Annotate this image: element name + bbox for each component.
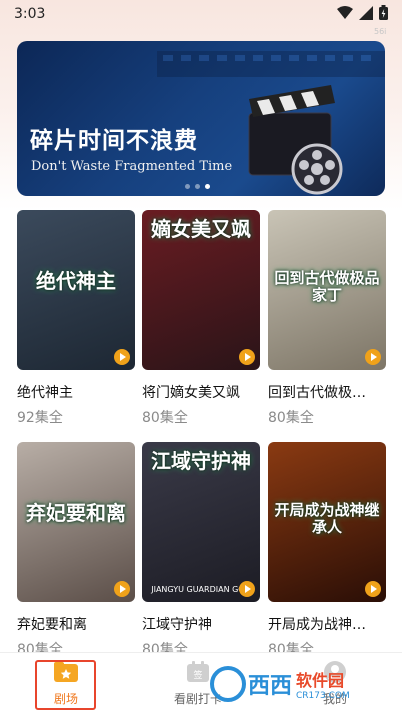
play-icon[interactable] xyxy=(239,349,255,365)
watermark-brand-cn: 西西 xyxy=(248,674,293,699)
drama-poster[interactable]: 回到古代做极品家丁 xyxy=(268,210,386,370)
watermark-brand-name: 软件园 xyxy=(296,671,345,690)
drama-card[interactable]: 弃妃要和离 弃妃要和离 80集全 xyxy=(17,442,135,659)
drama-title[interactable]: 江域守护神 xyxy=(142,614,260,634)
tab-theater[interactable]: 剧场 xyxy=(36,660,96,710)
watermark-circle-icon xyxy=(210,666,246,702)
drama-poster[interactable]: 嫡女美又飒 xyxy=(142,210,260,370)
poster-title-text: 绝代神主 xyxy=(36,269,116,293)
play-icon[interactable] xyxy=(365,581,381,597)
promo-banner[interactable]: 碎片时间不浪费 Don't Waste Fragmented Time xyxy=(17,41,385,196)
drama-card[interactable]: 开局成为战神继承人 开局成为战神… 80集全 xyxy=(268,442,386,659)
signal-icon xyxy=(359,5,373,24)
tab-checkin[interactable] xyxy=(170,6,230,56)
watermark-url: CR173.COM xyxy=(296,691,350,701)
banner-subtitle: Don't Waste Fragmented Time xyxy=(31,159,233,174)
banner-dot[interactable] xyxy=(185,184,190,189)
theater-icon xyxy=(52,660,80,688)
banner-dot-active[interactable] xyxy=(205,184,210,189)
poster-title-text: 回到古代做极品家丁 xyxy=(274,269,380,304)
watermark-logo: 西西 软件园 CR173.COM xyxy=(210,664,386,704)
battery-icon xyxy=(379,4,388,24)
play-icon[interactable] xyxy=(114,349,130,365)
status-time: 3:03 xyxy=(14,6,46,22)
poster-title-text: 江域守护神 xyxy=(151,449,251,473)
drama-card[interactable]: 回到古代做极品家丁回到古代做极… 80集全 xyxy=(268,210,386,427)
drama-card[interactable]: 绝代神主 绝代神主 92集全 xyxy=(17,210,135,427)
play-icon[interactable] xyxy=(114,581,130,597)
drama-card[interactable]: 江域守护神 JIANGYU GUARDIAN GOD 江域守护神 80集全 xyxy=(142,442,260,659)
status-icons xyxy=(337,4,388,24)
svg-text:签: 签 xyxy=(193,669,202,681)
banner-corner-tag: 56i xyxy=(374,27,387,36)
drama-title[interactable]: 开局成为战神… xyxy=(268,614,386,634)
poster-title-text: 开局成为战神继承人 xyxy=(274,501,380,536)
drama-poster[interactable]: 弃妃要和离 xyxy=(17,442,135,602)
drama-title[interactable]: 弃妃要和离 xyxy=(17,614,135,634)
drama-title[interactable]: 将门嫡女美又飒 xyxy=(142,382,260,402)
tab-theater-label: 剧场 xyxy=(53,692,78,706)
drama-title[interactable]: 绝代神主 xyxy=(17,382,135,402)
drama-episode-count: 80集全 xyxy=(142,410,188,426)
banner-title: 碎片时间不浪费 xyxy=(30,128,198,154)
play-icon[interactable] xyxy=(239,581,255,597)
calendar-checkin-icon: 签 xyxy=(185,660,211,688)
drama-poster[interactable]: 江域守护神 JIANGYU GUARDIAN GOD xyxy=(142,442,260,602)
poster-title-text: 弃妃要和离 xyxy=(26,501,126,525)
drama-card[interactable]: 嫡女美又飒将门嫡女美又飒 80集全 xyxy=(142,210,260,427)
drama-episode-count: 92集全 xyxy=(17,410,63,426)
drama-poster[interactable]: 开局成为战神继承人 xyxy=(268,442,386,602)
wifi-icon xyxy=(337,5,353,24)
drama-title[interactable]: 回到古代做极… xyxy=(268,382,386,402)
play-icon[interactable] xyxy=(365,349,381,365)
banner-pagination xyxy=(185,184,210,189)
drama-poster[interactable]: 绝代神主 xyxy=(17,210,135,370)
banner-dot[interactable] xyxy=(195,184,200,189)
poster-title-text: 嫡女美又飒 xyxy=(151,217,251,241)
drama-episode-count: 80集全 xyxy=(268,410,314,426)
